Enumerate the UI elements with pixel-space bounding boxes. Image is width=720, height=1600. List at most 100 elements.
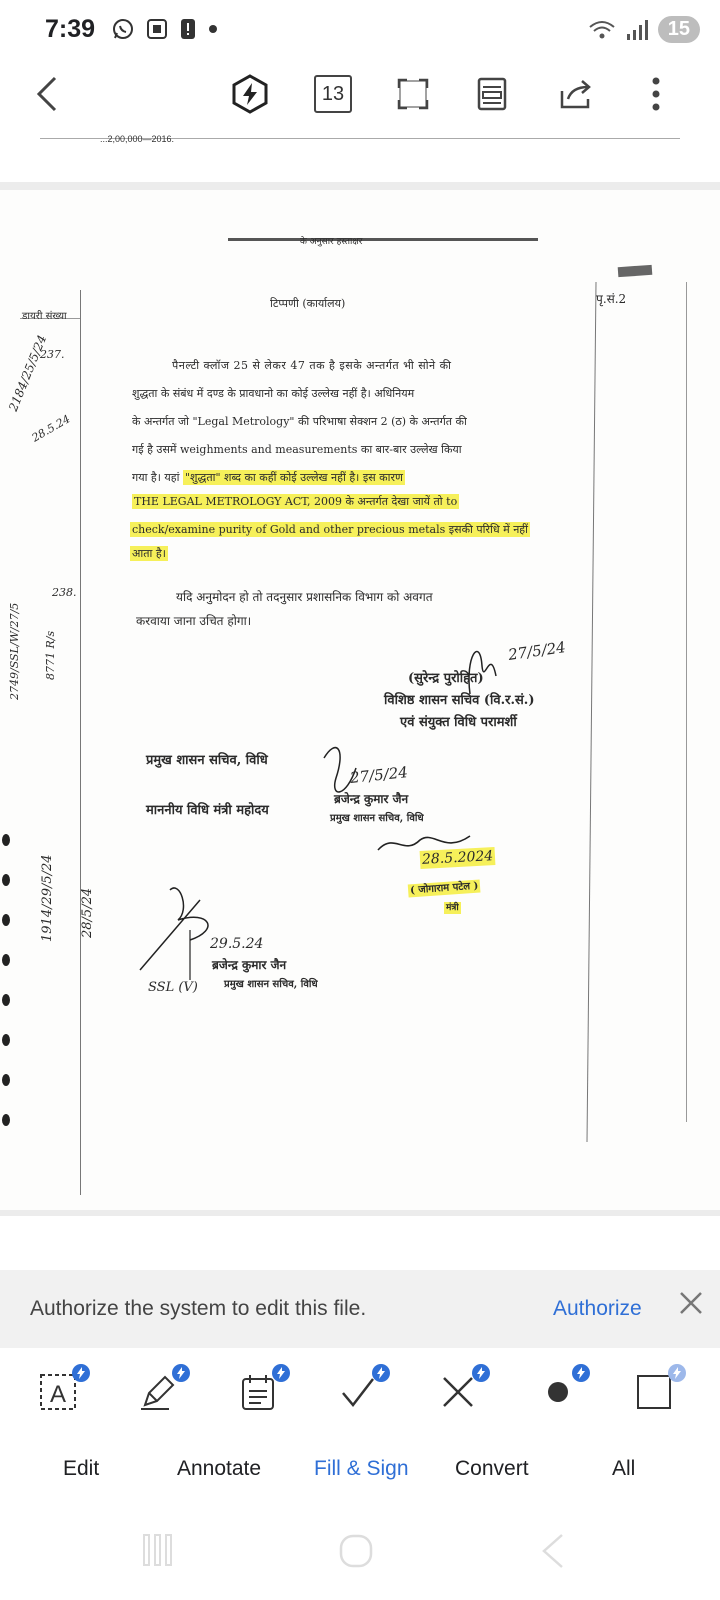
- lightning-icon: [77, 1367, 85, 1379]
- tab-convert[interactable]: Convert: [455, 1457, 529, 1481]
- document-title: टिप्पणी (कार्यालय): [270, 297, 346, 310]
- cross-mark-tool[interactable]: [436, 1364, 490, 1414]
- minister-date: 28.5.2024: [419, 847, 496, 869]
- margin-header: डायरी संख्या: [22, 311, 67, 322]
- signatory-title: प्रमुख शासन सचिव, विधि: [330, 813, 424, 824]
- viewer-toolbar: 13: [0, 62, 720, 134]
- page-separator: [0, 1210, 720, 1276]
- signatory-title: प्रमुख शासन सचिव, विधि: [224, 979, 318, 990]
- annotate-tool[interactable]: [136, 1364, 190, 1414]
- signatory-title: एवं संयुक्त विधि परामर्शी: [400, 715, 517, 730]
- signatory-name: (सुरेन्द्र पुरोहित): [408, 671, 484, 686]
- fullscreen-button[interactable]: [389, 70, 437, 118]
- status-time: 7:39: [45, 15, 96, 43]
- page-header-text: के अनुसार हस्ताक्षर: [300, 237, 363, 247]
- binding-holes: [2, 834, 10, 1126]
- top-right-stamp: [617, 264, 653, 278]
- system-navigation-bar: [0, 1503, 720, 1600]
- signature-date: 29.5.24: [210, 936, 264, 952]
- signatory-title: विशिष्ठ शासन सचिव (वि.र.सं.): [384, 693, 535, 708]
- lightning-icon: [277, 1367, 285, 1379]
- edit-text-tool[interactable]: A: [36, 1364, 90, 1414]
- ssl-note: SSL (V): [148, 980, 198, 995]
- close-banner-button[interactable]: [678, 1290, 708, 1320]
- premium-badge: [172, 1364, 190, 1382]
- addressee-1: प्रमुख शासन सचिव, विधि: [146, 753, 268, 768]
- page-reference: पृ.सं.2: [596, 292, 627, 306]
- share-button[interactable]: [552, 70, 600, 118]
- system-icons: 15: [588, 16, 700, 43]
- premium-badge: [668, 1364, 686, 1382]
- form-tool[interactable]: [236, 1364, 290, 1414]
- para1-line1: पैनल्टी क्लॉज 25 से लेकर 47 तक है इसके अ…: [172, 359, 452, 372]
- signatory-name: ब्रजेन्द्र कुमार जैन: [334, 792, 409, 806]
- chevron-left-icon: [36, 76, 57, 112]
- minister-name: ( जोगाराम पटेल ): [407, 877, 481, 898]
- tab-all[interactable]: All: [612, 1457, 635, 1481]
- whatsapp-icon: [113, 19, 133, 39]
- battery-level: 15: [657, 16, 700, 43]
- lightning-icon: [377, 1367, 385, 1379]
- square-icon: [637, 1375, 671, 1409]
- dot-tool[interactable]: [536, 1364, 590, 1414]
- lightning-hexagon-icon: [232, 74, 268, 114]
- dot-icon: [548, 1382, 568, 1402]
- highlighted-text: मंत्री: [444, 902, 461, 914]
- back-button[interactable]: [24, 70, 72, 118]
- para1-line2: शुद्धता के संबंध में दण्ड के प्रावधानो क…: [132, 387, 415, 400]
- page-separator: [0, 182, 720, 190]
- wifi-icon: [589, 20, 615, 38]
- tools-row: A: [0, 1348, 720, 1433]
- share-icon: [560, 80, 591, 109]
- home-button[interactable]: [338, 1533, 374, 1574]
- checkmark-tool[interactable]: [336, 1364, 390, 1414]
- recents-icon: [143, 1534, 172, 1566]
- margin-note: 8771 R/s: [44, 630, 57, 680]
- para1-line5-plain: गया है। यहां: [132, 471, 183, 484]
- authorize-banner: Authorize the system to edit this file. …: [0, 1270, 720, 1348]
- para1-line4: गई है उसमें weighments and measurements …: [132, 443, 462, 456]
- view-mode-button[interactable]: [468, 70, 516, 118]
- premium-badge: [272, 1364, 290, 1382]
- previous-page-text: ...2,00,000—2016.: [100, 134, 175, 144]
- lightning-icon: [177, 1367, 185, 1379]
- recents-button[interactable]: [142, 1533, 174, 1572]
- margin-note: 238.: [52, 586, 77, 599]
- ai-button[interactable]: [226, 70, 274, 118]
- page-number-box: 13: [314, 75, 352, 113]
- margin-note: 2184/25/5/24: [6, 333, 50, 414]
- para2-line1: यदि अनुमोदन हो तो तदनुसार प्रशासनिक विभा…: [176, 590, 433, 604]
- page-number-button[interactable]: 13: [309, 70, 357, 118]
- para2-line2: करवाया जाना उचित होगा।: [136, 614, 252, 628]
- system-back-button[interactable]: [540, 1533, 566, 1574]
- margin-note: 2749/SSL/W/27/5: [8, 602, 21, 700]
- tab-annotate[interactable]: Annotate: [177, 1457, 261, 1481]
- highlighted-text: ( जोगाराम पटेल ): [407, 879, 481, 898]
- tab-edit[interactable]: Edit: [63, 1457, 99, 1481]
- right-margin-line: [586, 282, 597, 1142]
- status-bar: 7:39 15: [0, 0, 720, 62]
- checkmark-icon: [342, 1378, 374, 1407]
- back-icon: [542, 1534, 563, 1568]
- previous-page-bottom: ...2,00,000—2016.: [0, 134, 720, 182]
- premium-badge: [572, 1364, 590, 1382]
- signal-icon: [626, 19, 648, 40]
- pen-icon: [141, 1375, 175, 1410]
- authorize-button[interactable]: Authorize: [553, 1297, 642, 1321]
- premium-badge: [372, 1364, 390, 1382]
- text-box-icon: A: [40, 1374, 76, 1410]
- dot-icon: [209, 25, 217, 33]
- notification-icons: [112, 18, 218, 40]
- highlighted-text: "शुद्धता" शब्द का कहीं कोई उल्लेख नहीं ह…: [183, 470, 405, 485]
- close-icon: [680, 1292, 702, 1314]
- more-options-button[interactable]: [632, 70, 680, 118]
- rectangle-tool[interactable]: [632, 1364, 686, 1414]
- para1-line3: के अन्तर्गत जो "Legal Metrology" की परिभ…: [132, 415, 467, 428]
- tab-fill-sign[interactable]: Fill & Sign: [314, 1457, 409, 1481]
- cross-icon: [443, 1377, 473, 1407]
- para1-line5: गया है। यहां "शुद्धता" शब्द का कहीं कोई …: [132, 470, 405, 485]
- document-page[interactable]: के अनुसार हस्ताक्षर डायरी संख्या पृ.सं.2…: [0, 190, 720, 1210]
- right-page-edge: [686, 282, 687, 1122]
- lightning-icon: [577, 1367, 585, 1379]
- margin-note: 28.5.24: [29, 412, 73, 445]
